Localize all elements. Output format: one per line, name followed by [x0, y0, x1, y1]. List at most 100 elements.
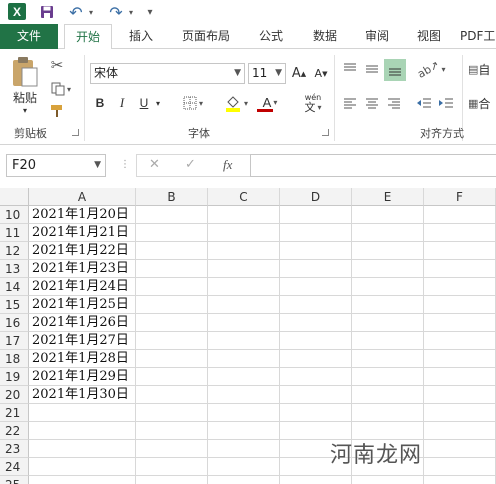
cell[interactable] — [136, 314, 208, 332]
row-header[interactable]: 19 — [0, 368, 29, 386]
column-header-c[interactable]: C — [208, 188, 280, 206]
row-header[interactable]: 13 — [0, 260, 29, 278]
cell[interactable] — [424, 314, 496, 332]
enter-icon[interactable]: ✓ — [185, 157, 196, 172]
row-header[interactable]: 21 — [0, 404, 29, 422]
cut-icon[interactable]: ✂ — [46, 55, 68, 75]
name-box[interactable]: F20 ▼ — [6, 154, 106, 177]
cell[interactable] — [424, 422, 496, 440]
tab-pdf[interactable]: PDF工 — [460, 24, 496, 49]
orientation-icon[interactable]: ab↗ ▾ — [415, 58, 446, 81]
cell[interactable] — [29, 458, 136, 476]
cell[interactable] — [136, 350, 208, 368]
row-header[interactable]: 20 — [0, 386, 29, 404]
column-header-e[interactable]: E — [352, 188, 424, 206]
cancel-icon[interactable]: ✕ — [149, 157, 160, 172]
align-center-icon[interactable] — [362, 93, 382, 113]
cell[interactable] — [424, 386, 496, 404]
tab-page-layout[interactable]: 页面布局 — [174, 24, 238, 49]
cell[interactable]: 2021年1月22日 — [29, 242, 136, 260]
row-header[interactable]: 23 — [0, 440, 29, 458]
column-header-f[interactable]: F — [424, 188, 496, 206]
wrap-text-button[interactable]: ▤ 自 — [468, 59, 496, 79]
customize-qat-icon[interactable]: ▾ — [144, 2, 156, 22]
insert-function-icon[interactable]: fx — [223, 157, 232, 173]
select-all-corner[interactable] — [0, 188, 29, 206]
cell[interactable] — [29, 404, 136, 422]
paste-dropdown-icon[interactable]: ▾ — [18, 105, 32, 115]
cell[interactable] — [424, 206, 496, 224]
cell[interactable] — [136, 242, 208, 260]
format-painter-icon[interactable] — [46, 101, 68, 121]
tab-view[interactable]: 视图 — [406, 24, 452, 49]
cell[interactable] — [352, 278, 424, 296]
align-bottom-icon[interactable] — [384, 59, 406, 81]
cell[interactable] — [208, 242, 280, 260]
italic-button[interactable]: I — [114, 93, 130, 113]
merge-center-button[interactable]: ▦ 合 — [468, 93, 496, 113]
clipboard-dialog-launcher-icon[interactable] — [72, 129, 79, 136]
cell[interactable] — [424, 476, 496, 484]
cell[interactable] — [280, 368, 352, 386]
formula-input[interactable] — [250, 154, 496, 177]
save-icon[interactable] — [38, 2, 56, 22]
paste-icon[interactable] — [8, 55, 42, 89]
row-header[interactable]: 10 — [0, 206, 29, 224]
cell[interactable] — [280, 350, 352, 368]
align-right-icon[interactable] — [384, 93, 404, 113]
cell[interactable] — [424, 332, 496, 350]
cell[interactable] — [136, 404, 208, 422]
tab-review[interactable]: 审阅 — [354, 24, 400, 49]
cell[interactable] — [352, 242, 424, 260]
cell[interactable] — [208, 440, 280, 458]
row-header[interactable]: 12 — [0, 242, 29, 260]
cell[interactable] — [208, 476, 280, 484]
cell[interactable] — [29, 440, 136, 458]
cell[interactable] — [280, 260, 352, 278]
underline-dropdown-icon[interactable]: ▾ — [152, 93, 164, 113]
row-header[interactable]: 22 — [0, 422, 29, 440]
cell[interactable] — [352, 314, 424, 332]
align-top-icon[interactable] — [340, 59, 360, 79]
cell[interactable] — [352, 206, 424, 224]
cell[interactable]: 2021年1月30日 — [29, 386, 136, 404]
cell[interactable] — [208, 368, 280, 386]
cell[interactable] — [136, 386, 208, 404]
tab-formulas[interactable]: 公式 — [248, 24, 294, 49]
cell[interactable] — [280, 278, 352, 296]
tab-data[interactable]: 数据 — [302, 24, 348, 49]
column-header-d[interactable]: D — [280, 188, 352, 206]
cell[interactable] — [352, 224, 424, 242]
cell[interactable] — [208, 404, 280, 422]
cell[interactable] — [208, 422, 280, 440]
grow-font-icon[interactable]: A ▲ — [290, 63, 308, 84]
cell[interactable] — [352, 332, 424, 350]
cell[interactable]: 2021年1月26日 — [29, 314, 136, 332]
cell[interactable] — [208, 224, 280, 242]
cell[interactable] — [280, 332, 352, 350]
cell[interactable] — [136, 458, 208, 476]
cell[interactable]: 2021年1月28日 — [29, 350, 136, 368]
cell[interactable] — [208, 458, 280, 476]
cell[interactable]: 2021年1月27日 — [29, 332, 136, 350]
underline-button[interactable]: U — [136, 93, 152, 113]
row-header[interactable]: 15 — [0, 296, 29, 314]
cell[interactable] — [208, 260, 280, 278]
borders-icon[interactable]: ▾ — [178, 93, 208, 113]
cell[interactable] — [352, 476, 424, 484]
cell[interactable] — [280, 296, 352, 314]
cell[interactable] — [424, 224, 496, 242]
cell[interactable] — [136, 476, 208, 484]
cell[interactable] — [424, 278, 496, 296]
cell[interactable] — [208, 314, 280, 332]
cell[interactable] — [208, 386, 280, 404]
cell[interactable] — [208, 278, 280, 296]
cell[interactable] — [280, 404, 352, 422]
row-header[interactable]: 25 — [0, 476, 29, 484]
cell[interactable] — [136, 440, 208, 458]
copy-icon[interactable]: ▾ — [46, 79, 76, 99]
cell[interactable] — [136, 260, 208, 278]
cell[interactable] — [424, 440, 496, 458]
row-header[interactable]: 17 — [0, 332, 29, 350]
redo-icon[interactable]: ↷ — [106, 2, 126, 22]
